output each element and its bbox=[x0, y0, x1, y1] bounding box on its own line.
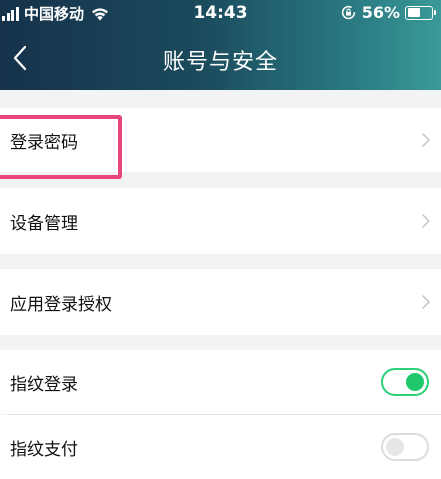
fingerprint-login-toggle[interactable] bbox=[381, 368, 429, 396]
highlight-box bbox=[0, 115, 122, 179]
row-fingerprint-login: 指纹登录 bbox=[0, 350, 441, 414]
row-fingerprint-pay: 指纹支付 bbox=[0, 415, 441, 479]
row-label: 指纹支付 bbox=[10, 439, 78, 460]
status-right: 56% bbox=[341, 3, 436, 22]
toggle-knob bbox=[406, 373, 424, 391]
navigation-header: 中国移动 14:43 56% 账号与安全 bbox=[0, 0, 441, 90]
battery-icon bbox=[405, 5, 436, 20]
chevron-right-icon bbox=[422, 295, 430, 309]
chevron-right-icon bbox=[422, 214, 430, 228]
page-title: 账号与安全 bbox=[162, 50, 278, 75]
battery-percent: 56% bbox=[361, 3, 400, 22]
row-label: 应用登录授权 bbox=[10, 294, 112, 315]
row-label: 设备管理 bbox=[10, 213, 78, 234]
status-bar: 中国移动 14:43 56% bbox=[0, 0, 441, 28]
chevron-right-icon bbox=[422, 133, 430, 147]
rotation-lock-icon bbox=[341, 5, 355, 20]
row-device-management[interactable]: 设备管理 bbox=[0, 188, 441, 254]
fingerprint-pay-toggle[interactable] bbox=[381, 433, 429, 461]
battery-level bbox=[407, 8, 421, 17]
toggle-knob bbox=[386, 438, 404, 456]
row-app-login-authorization[interactable]: 应用登录授权 bbox=[0, 269, 441, 335]
row-label: 指纹登录 bbox=[10, 374, 78, 395]
